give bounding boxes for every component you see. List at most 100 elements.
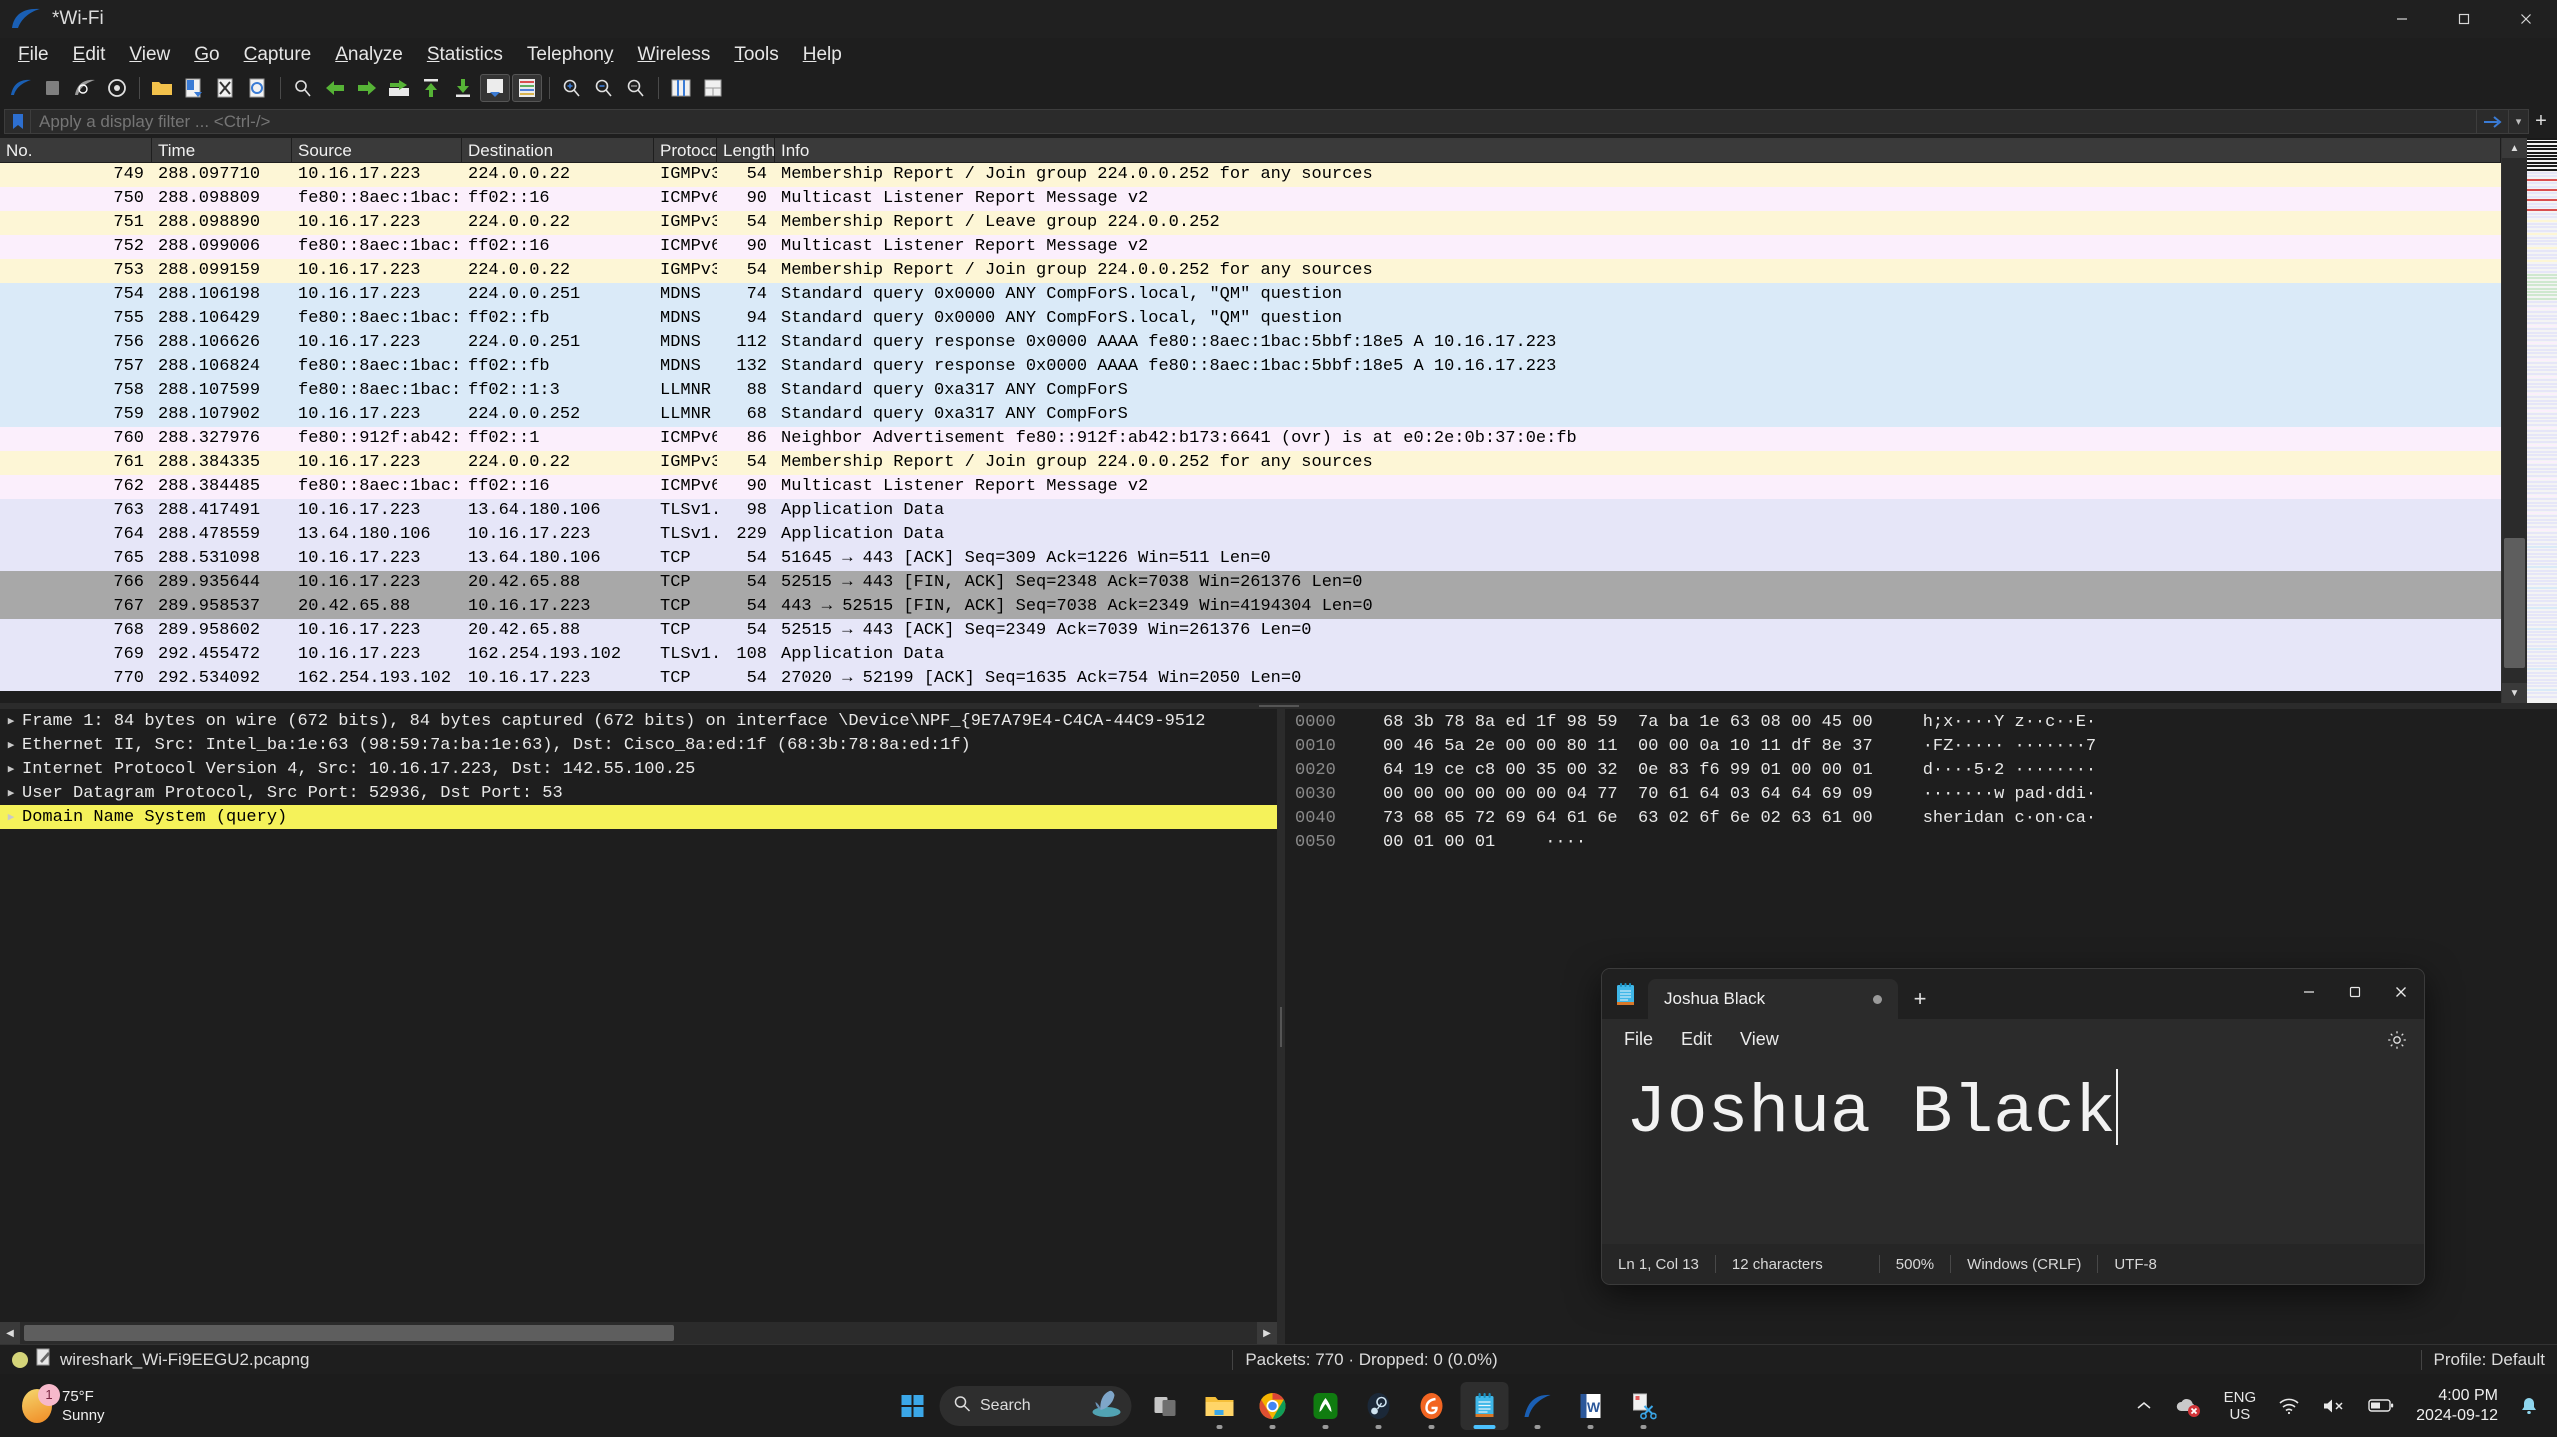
packet-row[interactable]: 769 292.455472 10.16.17.223 162.254.193.102… xyxy=(0,643,2501,667)
scrollbar-thumb[interactable] xyxy=(2504,538,2525,668)
search-input[interactable]: Search xyxy=(939,1385,1131,1426)
go-forward-icon[interactable] xyxy=(352,74,382,102)
column-header-no[interactable]: No. xyxy=(0,137,152,163)
scroll-up-icon[interactable]: ▲ xyxy=(2502,138,2527,158)
stop-capture-icon[interactable] xyxy=(38,74,68,102)
packet-row[interactable]: 753 288.099159 10.16.17.223 224.0.0.22 IGMPv… xyxy=(0,259,2501,283)
close-file-icon[interactable] xyxy=(211,74,241,102)
packet-row[interactable]: 763 288.417491 10.16.17.223 13.64.180.106 TL… xyxy=(0,499,2501,523)
detail-scroll-track[interactable] xyxy=(20,1322,1257,1344)
packet-row[interactable]: 752 288.099006 fe80::8aec:1bac:5bb… ff02::1… xyxy=(0,235,2501,259)
language-indicator[interactable]: ENG US xyxy=(2215,1382,2266,1430)
bookmark-icon[interactable] xyxy=(4,109,30,134)
detail-tree-row[interactable]: ▶ User Datagram Protocol, Src Port: 52936… xyxy=(0,781,1277,805)
zoom-reset-icon[interactable] xyxy=(621,74,651,102)
packet-detail-tree[interactable]: ▶ Frame 1: 84 bytes on wire (672 bits), 8… xyxy=(0,709,1277,1322)
hex-dump-row[interactable]: 0020 64 19 ce c8 00 35 00 32 0e 83 f6 99 … xyxy=(1285,759,2557,783)
notepad-icon[interactable] xyxy=(1460,1381,1508,1430)
clock[interactable]: 4:00 PM 2024-09-12 xyxy=(2407,1382,2507,1430)
weather-widget[interactable]: 1 75°F Sunny xyxy=(22,1383,342,1425)
colorize-icon[interactable] xyxy=(512,74,542,102)
encoding[interactable]: UTF-8 xyxy=(2098,1256,2173,1273)
packet-row[interactable]: 756 288.106626 10.16.17.223 224.0.0.251 MDNS… xyxy=(0,331,2501,355)
column-header-time[interactable]: Time xyxy=(152,137,292,163)
scroll-right-icon[interactable]: ▶ xyxy=(1257,1322,1277,1344)
volume-muted-icon[interactable] xyxy=(2313,1382,2355,1430)
maximize-icon[interactable] xyxy=(2433,0,2495,38)
display-filter-input[interactable] xyxy=(30,109,2477,134)
expand-caret-icon[interactable]: ▶ xyxy=(0,786,22,800)
notification-bell-icon[interactable] xyxy=(2511,1382,2547,1430)
packet-row[interactable]: 761 288.384335 10.16.17.223 224.0.0.22 IGMPv… xyxy=(0,451,2501,475)
packet-row[interactable]: 765 288.531098 10.16.17.223 13.64.180.106 TC… xyxy=(0,547,2501,571)
column-header-length[interactable]: Length xyxy=(717,137,775,163)
gear-icon[interactable] xyxy=(2384,1027,2410,1053)
menu-statistics[interactable]: Statistics xyxy=(415,41,515,69)
packet-row[interactable]: 750 288.098809 fe80::8aec:1bac:5bb… ff02::1… xyxy=(0,187,2501,211)
expand-caret-icon[interactable]: ▶ xyxy=(0,738,22,752)
hex-dump-row[interactable]: 0000 68 3b 78 8a ed 1f 98 59 7a ba 1e 63 … xyxy=(1285,711,2557,735)
windows-start-icon[interactable] xyxy=(890,1384,934,1428)
steam-icon[interactable] xyxy=(1354,1382,1402,1430)
notepad-menu-view[interactable]: View xyxy=(1726,1024,1793,1055)
zoom-out-icon[interactable] xyxy=(589,74,619,102)
go-back-icon[interactable] xyxy=(320,74,350,102)
go-last-packet-icon[interactable] xyxy=(448,74,478,102)
battery-icon[interactable] xyxy=(2359,1382,2403,1430)
detail-scroll-thumb[interactable] xyxy=(24,1325,674,1341)
scroll-left-icon[interactable]: ◀ xyxy=(0,1322,20,1344)
minimize-icon[interactable] xyxy=(2286,969,2332,1015)
notepad-menu-file[interactable]: File xyxy=(1610,1024,1667,1055)
packet-row[interactable]: 749 288.097710 10.16.17.223 224.0.0.22 IGMPv… xyxy=(0,163,2501,187)
pane-splitter-vertical[interactable] xyxy=(1277,709,1285,1344)
onedrive-error-icon[interactable] xyxy=(2165,1382,2211,1430)
menu-go[interactable]: Go xyxy=(182,41,231,69)
chevron-down-icon[interactable]: ▾ xyxy=(2509,109,2529,134)
hex-dump-row[interactable]: 0050 00 01 00 01 ···· xyxy=(1285,831,2557,855)
google-chrome-icon[interactable] xyxy=(1248,1382,1296,1430)
word-icon[interactable]: W xyxy=(1566,1382,1614,1430)
notepad-menu-edit[interactable]: Edit xyxy=(1667,1024,1726,1055)
maximize-icon[interactable] xyxy=(2332,969,2378,1015)
autoscroll-icon[interactable] xyxy=(480,74,510,102)
detail-tree-row[interactable]: ▶ Internet Protocol Version 4, Src: 10.16… xyxy=(0,757,1277,781)
detail-horizontal-scrollbar[interactable]: ◀ ▶ xyxy=(0,1322,1277,1344)
apply-filter-arrow-icon[interactable] xyxy=(2477,109,2509,134)
packet-row[interactable]: 751 288.098890 10.16.17.223 224.0.0.22 IGMPv… xyxy=(0,211,2501,235)
packet-row[interactable]: 770 292.534092 162.254.193.102 10.16.17.223… xyxy=(0,667,2501,691)
detail-tree-row[interactable]: ▶ Frame 1: 84 bytes on wire (672 bits), 8… xyxy=(0,709,1277,733)
layout-icon[interactable] xyxy=(698,74,728,102)
menu-capture[interactable]: Capture xyxy=(232,41,324,69)
file-explorer-icon[interactable] xyxy=(1195,1382,1243,1430)
column-header-source[interactable]: Source xyxy=(292,137,462,163)
snipping-tool-icon[interactable] xyxy=(1619,1382,1667,1430)
packet-row[interactable]: 754 288.106198 10.16.17.223 224.0.0.251 MDNS… xyxy=(0,283,2501,307)
find-packet-icon[interactable] xyxy=(288,74,318,102)
plus-icon[interactable]: + xyxy=(2529,109,2553,134)
menu-file[interactable]: File xyxy=(6,41,61,69)
show-hidden-icons-icon[interactable] xyxy=(2127,1382,2161,1430)
minimize-icon[interactable] xyxy=(2371,0,2433,38)
packet-row[interactable]: 764 288.478559 13.64.180.106 10.16.17.223 TL… xyxy=(0,523,2501,547)
packet-row[interactable]: 755 288.106429 fe80::8aec:1bac:5bb… ff02::f… xyxy=(0,307,2501,331)
hex-dump-row[interactable]: 0030 00 00 00 00 00 00 04 77 70 61 64 03 … xyxy=(1285,783,2557,807)
column-header-destination[interactable]: Destination xyxy=(462,137,654,163)
packet-row[interactable]: 759 288.107902 10.16.17.223 224.0.0.252 LLMN… xyxy=(0,403,2501,427)
xbox-icon[interactable] xyxy=(1301,1382,1349,1430)
packet-row[interactable]: 766 289.935644 10.16.17.223 20.42.65.88 TCP 5… xyxy=(0,571,2501,595)
profile-status[interactable]: Profile: Default xyxy=(2422,1350,2557,1370)
start-capture-icon[interactable] xyxy=(6,74,36,102)
menu-wireless[interactable]: Wireless xyxy=(626,41,723,69)
packet-list-rows[interactable]: 749 288.097710 10.16.17.223 224.0.0.22 IGMPv… xyxy=(0,163,2501,703)
task-view-icon[interactable] xyxy=(1142,1382,1190,1430)
menu-telephony[interactable]: Telephony xyxy=(515,41,626,69)
restart-capture-icon[interactable] xyxy=(70,74,100,102)
wireshark-icon[interactable] xyxy=(1513,1382,1561,1430)
character-count[interactable]: 12 characters xyxy=(1716,1256,1839,1273)
packet-row[interactable]: 768 289.958602 10.16.17.223 20.42.65.88 TCP 5… xyxy=(0,619,2501,643)
expand-caret-icon[interactable]: ▶ xyxy=(0,714,22,728)
packet-row[interactable]: 758 288.107599 fe80::8aec:1bac:5bb… ff02::1… xyxy=(0,379,2501,403)
go-to-packet-icon[interactable] xyxy=(384,74,414,102)
zoom-in-icon[interactable] xyxy=(557,74,587,102)
reload-file-icon[interactable] xyxy=(243,74,273,102)
